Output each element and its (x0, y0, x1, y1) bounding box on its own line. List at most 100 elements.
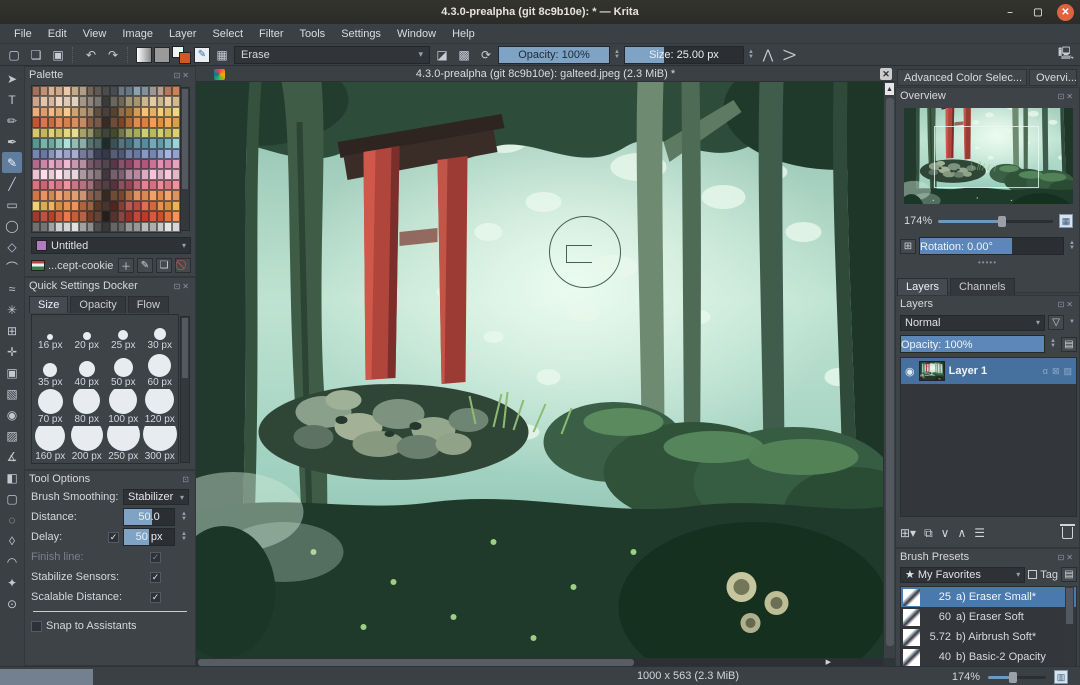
palette-swatch[interactable] (125, 117, 133, 127)
palette-swatch[interactable] (172, 180, 180, 190)
palette-swatch[interactable] (118, 86, 126, 96)
palette-swatch[interactable] (94, 222, 102, 232)
palette-swatch[interactable] (63, 96, 71, 106)
palette-swatch[interactable] (125, 211, 133, 221)
save-icon[interactable]: ▣ (48, 46, 68, 64)
palette-swatch[interactable] (32, 211, 40, 221)
brush-size-option[interactable]: 60 px (142, 352, 179, 389)
palette-swatch[interactable] (125, 180, 133, 190)
palette-swatch[interactable] (141, 169, 149, 179)
tab-flow[interactable]: Flow (128, 296, 169, 313)
palette-swatch[interactable] (157, 222, 165, 232)
palette-swatch[interactable] (133, 138, 141, 148)
delay-spinbox[interactable]: 50 px (123, 528, 175, 546)
palette-swatch[interactable] (172, 201, 180, 211)
pattern-edit-tool-icon[interactable]: ▨ (2, 425, 22, 446)
palette-swatch[interactable] (63, 128, 71, 138)
palette-swatch[interactable] (172, 169, 180, 179)
palette-swatch[interactable] (63, 138, 71, 148)
opacity-spinner[interactable]: ▲▼ (612, 50, 622, 60)
palette-swatch[interactable] (48, 159, 56, 169)
palette-swatch[interactable] (79, 107, 87, 117)
palette-swatch[interactable] (87, 96, 95, 106)
polygon-tool-icon[interactable]: ◇ (2, 236, 22, 257)
rotation-spinner[interactable]: ▲▼ (1067, 241, 1077, 251)
palette-swatch[interactable] (55, 211, 63, 221)
palette-swatch[interactable] (79, 169, 87, 179)
calligraphy-tool-icon[interactable]: ✒ (2, 131, 22, 152)
palette-remove-button[interactable]: ⃠ (175, 258, 191, 273)
palette-swatch[interactable] (87, 190, 95, 200)
palette-swatch[interactable] (87, 222, 95, 232)
palette-swatch[interactable] (164, 138, 172, 148)
palette-swatch[interactable] (133, 149, 141, 159)
palette-swatch[interactable] (94, 190, 102, 200)
palette-swatch[interactable] (149, 190, 157, 200)
palette-swatch[interactable] (118, 128, 126, 138)
palette-swatch[interactable] (55, 149, 63, 159)
document-titlebar[interactable]: 4.3.0-prealpha (git 8c9b10e): galteed.jp… (196, 66, 895, 82)
palette-swatch[interactable] (118, 190, 126, 200)
delay-checkbox[interactable]: ✓ (108, 532, 119, 543)
overview-thumbnail[interactable] (904, 108, 1073, 204)
palette-swatch[interactable] (32, 180, 40, 190)
add-layer-icon[interactable]: ⊞▾ (900, 526, 916, 540)
redo-icon[interactable]: ↷ (103, 46, 123, 64)
layers-title[interactable]: Layers ⊡✕ (896, 296, 1079, 312)
palette-swatch[interactable] (133, 159, 141, 169)
palette-swatch[interactable] (164, 117, 172, 127)
palette-swatch[interactable] (40, 86, 48, 96)
preset-display-mode-icon[interactable]: ▤ (1061, 567, 1077, 582)
mirror-view-icon[interactable]: ⊞ (900, 239, 916, 254)
rect-select-tool-icon[interactable]: ▢ (2, 488, 22, 509)
tab-size[interactable]: Size (29, 296, 68, 313)
zoom-tool-tool-icon[interactable]: ⊙ (2, 593, 22, 614)
ellipse-tool-icon[interactable]: ◯ (2, 215, 22, 236)
brush-size-option[interactable]: 200 px (69, 426, 106, 463)
menu-edit[interactable]: Edit (40, 26, 75, 42)
layer-visibility-icon[interactable]: ◉ (905, 365, 915, 378)
palette-swatch[interactable] (71, 190, 79, 200)
tab-channels[interactable]: Channels (950, 278, 1014, 295)
palette-swatch[interactable] (141, 96, 149, 106)
layer-name[interactable]: Layer 1 (949, 365, 988, 377)
brush-preset-row[interactable]: 60a) Eraser Soft (901, 607, 1076, 627)
palette-swatch[interactable] (40, 138, 48, 148)
fill-tool-icon[interactable]: ◧ (2, 467, 22, 488)
palette-swatch[interactable] (71, 138, 79, 148)
palette-swatch[interactable] (125, 222, 133, 232)
palette-swatch[interactable] (48, 201, 56, 211)
palette-swatch[interactable] (164, 149, 172, 159)
palette-swatch[interactable] (40, 190, 48, 200)
palette-swatch[interactable] (48, 180, 56, 190)
preserve-alpha-icon[interactable]: ▩ (454, 46, 474, 64)
preset-tag-combo[interactable]: ★ My Favorites ▾ (900, 567, 1025, 583)
palette-swatch[interactable] (133, 86, 141, 96)
brush-size-option[interactable]: 40 px (69, 352, 106, 389)
palette-swatch[interactable] (149, 149, 157, 159)
palette-swatch[interactable] (110, 180, 118, 190)
filter-dropdown-icon[interactable]: ▼ (1067, 320, 1077, 325)
palette-swatch[interactable] (133, 222, 141, 232)
palette-swatch[interactable] (149, 159, 157, 169)
palette-swatch[interactable] (63, 211, 71, 221)
quick-settings-title[interactable]: Quick Settings Docker ⊡✕ (25, 278, 195, 294)
palette-swatch[interactable] (71, 180, 79, 190)
menu-help[interactable]: Help (444, 26, 483, 42)
dynamic-brush-tool-icon[interactable]: ≈ (2, 278, 22, 299)
palette-swatch[interactable] (164, 169, 172, 179)
brush-size-option[interactable]: 160 px (32, 426, 69, 463)
palette-swatch[interactable] (141, 222, 149, 232)
docker-float-close-icons[interactable]: ⊡✕ (1058, 553, 1075, 562)
overview-title[interactable]: Overview ⊡✕ (896, 88, 1079, 104)
size-grid-scrollbar[interactable] (180, 316, 190, 463)
palette-swatch[interactable] (118, 159, 126, 169)
color-sampler-tool-icon[interactable]: ◉ (2, 404, 22, 425)
palette-swatch[interactable] (172, 107, 180, 117)
menu-select[interactable]: Select (204, 26, 251, 42)
palette-swatch[interactable] (118, 138, 126, 148)
palette-swatch[interactable] (102, 96, 110, 106)
eraser-toggle-icon[interactable]: ◪ (432, 46, 452, 64)
palette-swatch[interactable] (149, 86, 157, 96)
mirror-horizontal-icon[interactable]: ⋀ (758, 46, 778, 64)
